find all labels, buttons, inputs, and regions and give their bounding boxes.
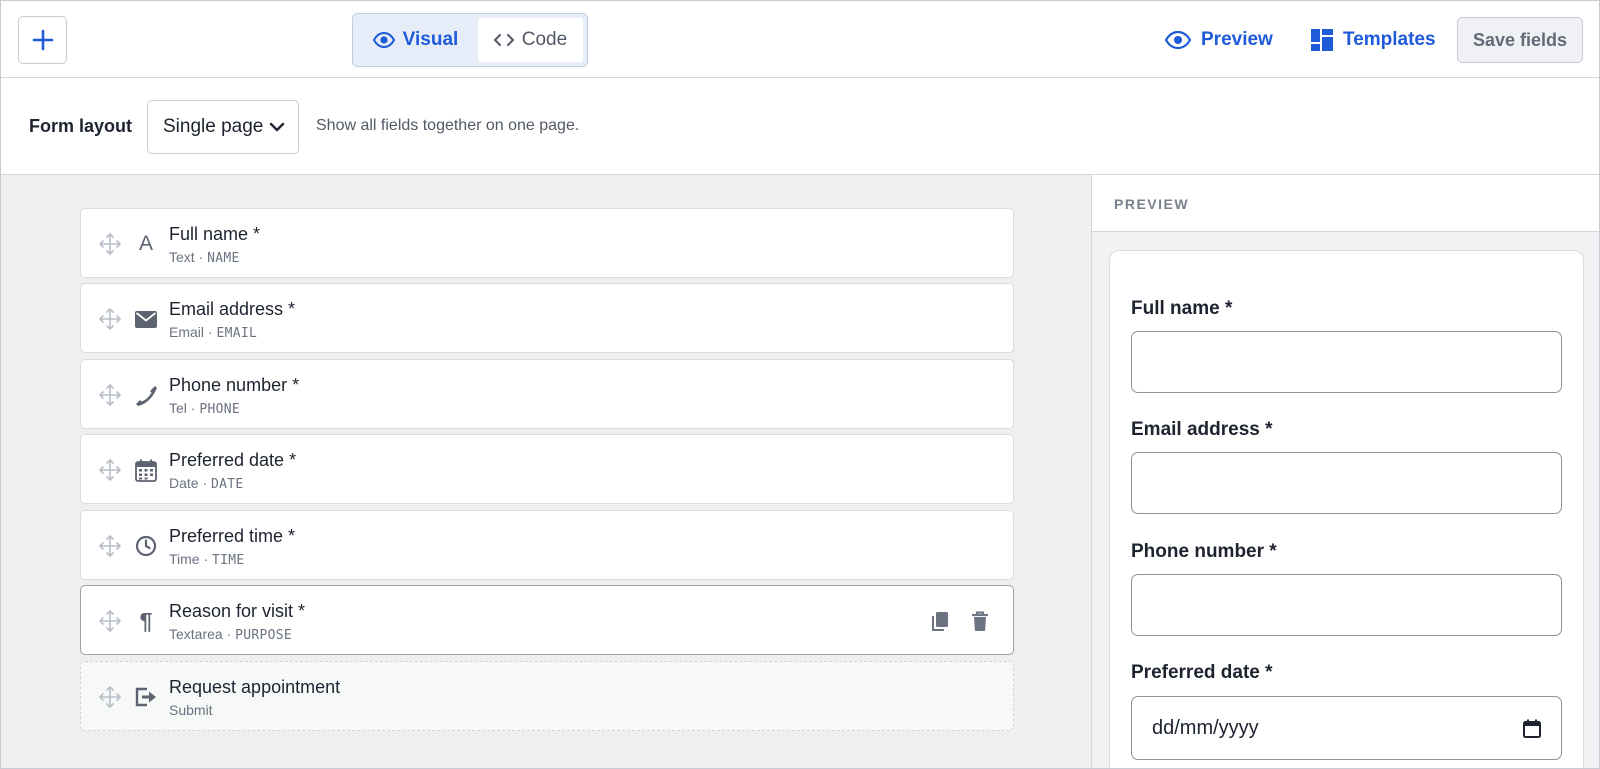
templates-button[interactable]: Templates: [1311, 23, 1436, 57]
submit-meta: Submit: [169, 702, 213, 718]
preview-button[interactable]: Preview: [1165, 23, 1273, 57]
submit-title: Request appointment: [169, 677, 341, 697]
plus-icon: [32, 29, 53, 51]
field-row-full-name[interactable]: A Full name * Text · NAME: [80, 208, 1014, 278]
field-row-email[interactable]: Email address * Email · EMAIL: [80, 283, 1014, 353]
field-row-reason[interactable]: ¶ Reason for visit * Textarea · PURPOSE: [80, 585, 1014, 655]
templates-icon: [1311, 29, 1333, 51]
calendar-icon: [134, 458, 158, 482]
preview-heading: PREVIEW: [1114, 196, 1190, 212]
eye-icon: [1165, 31, 1191, 49]
form-layout-bar: Form layout Single page Show all fields …: [1, 78, 1599, 175]
field-meta: Text · NAME: [169, 249, 240, 266]
tab-visual[interactable]: Visual: [357, 18, 474, 62]
field-meta: Tel · PHONE: [169, 400, 240, 417]
drag-handle-icon[interactable]: [99, 308, 121, 330]
preview-input-email[interactable]: [1131, 452, 1562, 514]
field-title: Preferred time *: [169, 526, 296, 546]
form-layout-select[interactable]: Single page: [147, 100, 299, 154]
preview-form: Full name * Email address * Phone number…: [1109, 250, 1584, 768]
field-row-time[interactable]: Preferred time * Time · TIME: [80, 510, 1014, 580]
preview-label-full-name: Full name *: [1131, 298, 1233, 319]
preview-input-date[interactable]: dd/mm/yyyy: [1131, 696, 1562, 760]
preview-label-email: Email address *: [1131, 419, 1273, 440]
phone-icon: [134, 383, 158, 407]
calendar-icon[interactable]: [1523, 719, 1541, 738]
save-fields-button[interactable]: Save fields: [1457, 17, 1583, 63]
preview-button-label: Preview: [1201, 29, 1273, 50]
preview-input-phone[interactable]: [1131, 574, 1562, 636]
preview-input-full-name[interactable]: [1131, 331, 1562, 393]
field-meta: Email · EMAIL: [169, 324, 258, 341]
field-row-date[interactable]: Preferred date * Date · DATE: [80, 434, 1014, 504]
field-title: Email address *: [169, 299, 296, 319]
form-layout-description: Show all fields together on one page.: [316, 117, 580, 134]
fields-canvas: A Full name * Text · NAME Email address …: [1, 175, 1091, 768]
preview-label-phone: Phone number *: [1131, 541, 1277, 562]
drag-handle-icon[interactable]: [99, 459, 121, 481]
field-meta: Textarea · PURPOSE: [169, 626, 293, 643]
eye-icon: [372, 32, 395, 48]
field-row-phone[interactable]: Phone number * Tel · PHONE: [80, 359, 1014, 429]
drag-handle-icon[interactable]: [99, 686, 121, 708]
view-mode-switch: Visual Code: [352, 13, 588, 67]
tab-code[interactable]: Code: [477, 18, 583, 62]
field-title: Full name *: [169, 224, 261, 244]
clock-icon: [134, 534, 158, 558]
tab-visual-label: Visual: [402, 29, 459, 50]
preview-label-date: Preferred date *: [1131, 662, 1273, 683]
add-field-button[interactable]: [18, 16, 67, 64]
field-meta: Time · TIME: [169, 551, 245, 568]
drag-handle-icon[interactable]: [99, 233, 121, 255]
preview-header: PREVIEW: [1092, 175, 1599, 232]
field-title: Phone number *: [169, 375, 300, 395]
form-layout-value: Single page: [163, 116, 264, 137]
field-row-submit[interactable]: Request appointment Submit: [80, 661, 1014, 731]
form-layout-label: Form layout: [29, 116, 133, 136]
toolbar: Visual Code Preview Templates Save field…: [1, 1, 1599, 78]
tab-code-label: Code: [521, 29, 568, 50]
field-meta: Date · DATE: [169, 475, 244, 492]
duplicate-icon[interactable]: [929, 610, 951, 632]
chevron-down-icon: [270, 122, 285, 132]
envelope-icon: [134, 307, 158, 331]
drag-handle-icon[interactable]: [99, 610, 121, 632]
code-icon: [493, 34, 514, 46]
text-icon: A: [138, 232, 153, 255]
preview-panel: PREVIEW Full name * Email address * Phon…: [1091, 175, 1599, 768]
paragraph-icon: ¶: [139, 607, 153, 634]
drag-handle-icon[interactable]: [99, 535, 121, 557]
templates-button-label: Templates: [1343, 29, 1436, 50]
exit-icon: [134, 685, 158, 709]
form-builder-window: Visual Code Preview Templates Save field…: [0, 0, 1600, 769]
field-title: Preferred date *: [169, 450, 297, 470]
date-placeholder: dd/mm/yyyy: [1152, 716, 1259, 739]
trash-icon[interactable]: [969, 610, 991, 632]
field-title: Reason for visit *: [169, 601, 306, 621]
drag-handle-icon[interactable]: [99, 384, 121, 406]
